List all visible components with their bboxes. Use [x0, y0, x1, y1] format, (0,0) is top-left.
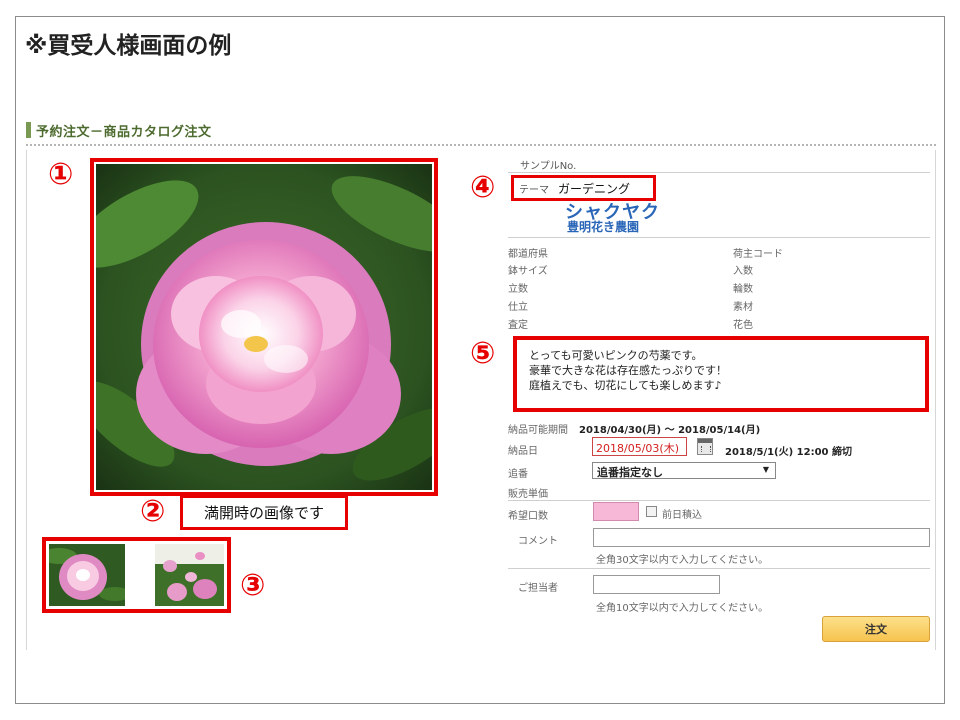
- delivery-date-label: 納品日: [508, 446, 538, 457]
- divider-top: [508, 172, 930, 173]
- order-button[interactable]: 注文: [822, 616, 930, 642]
- delivery-date-input[interactable]: 2018/05/03(木): [592, 437, 687, 456]
- extra-number-label: 追番: [508, 469, 528, 480]
- delivery-period-value: 2018/04/30(月) ～ 2018/05/14(月): [579, 425, 761, 436]
- contact-person-hint: 全角10文字以内で入力してください。: [596, 603, 769, 614]
- image-caption: 満開時の画像です: [203, 504, 324, 522]
- divider-contact: [508, 568, 930, 569]
- spec-label-stems: 立数: [508, 284, 528, 295]
- description-line: 庭植えでも、切花にしても楽しめます♪: [529, 379, 722, 392]
- thumbnail-2-photo: [155, 544, 224, 606]
- chevron-down-icon: ▼: [762, 465, 769, 474]
- section-header: 予約注文－商品カタログ注文: [26, 121, 212, 140]
- divider-qty: [508, 500, 930, 501]
- content-border-left: [26, 150, 27, 650]
- divider-specs: [508, 237, 930, 238]
- spec-label-training: 仕立: [508, 302, 528, 313]
- theme-label: テーマ: [519, 184, 549, 196]
- delivery-period-label: 納品可能期間: [508, 425, 568, 436]
- prev-day-loading-checkbox[interactable]: [646, 506, 657, 517]
- spec-label-flower-count: 輪数: [733, 284, 753, 295]
- spec-label-prefecture: 都道府県: [508, 249, 548, 260]
- quantity-input[interactable]: [593, 502, 639, 521]
- spec-label-flower-color: 花色: [733, 320, 753, 331]
- section-divider: [26, 144, 936, 146]
- thumbnail-gap: [125, 544, 155, 606]
- sample-no-label: サンプルNo.: [520, 161, 577, 172]
- spec-label-pot-size: 鉢サイズ: [508, 266, 548, 277]
- section-title: 予約注文－商品カタログ注文: [36, 124, 212, 140]
- farm-name: 豊明花き農園: [567, 220, 640, 234]
- theme-value: ガーデニング: [558, 181, 631, 196]
- comment-label: コメント: [518, 536, 558, 547]
- product-description-box: とっても可愛いピンクの芍薬です。 豪華で大きな花は存在感たっぷりです！ 庭植えで…: [513, 336, 929, 412]
- contact-person-label: ご担当者: [518, 583, 558, 594]
- callout-number-1: ①: [48, 157, 74, 192]
- quantity-label: 希望口数: [508, 511, 548, 522]
- unit-price-label: 販売単価: [508, 489, 548, 500]
- contact-person-input[interactable]: [593, 575, 720, 594]
- peony-photo: [96, 164, 432, 490]
- callout-number-5: ⑤: [470, 336, 496, 371]
- prev-day-loading-label: 前日積込: [662, 510, 702, 521]
- order-deadline: 2018/5/1(火) 12:00 締切: [725, 447, 852, 458]
- thumbnail-1-photo: [49, 544, 125, 606]
- thumbnail-2[interactable]: [155, 544, 224, 606]
- calendar-icon[interactable]: [697, 438, 713, 455]
- comment-input[interactable]: [593, 528, 930, 547]
- description-line: とっても可愛いピンクの芍薬です。: [529, 349, 703, 362]
- spec-label-pack-count: 入数: [733, 266, 753, 277]
- description-line: 豪華で大きな花は存在感たっぷりです！: [529, 364, 727, 377]
- spec-label-grade: 査定: [508, 320, 528, 331]
- section-bar: [26, 122, 31, 138]
- callout-number-3: ③: [240, 568, 266, 603]
- spec-label-shipper-code: 荷主コード: [733, 249, 783, 260]
- slide-title: ※買受人様画面の例: [25, 33, 232, 59]
- callout-number-2: ②: [140, 494, 166, 529]
- extra-number-select[interactable]: 追番指定なし ▼: [592, 462, 776, 479]
- callout-number-4: ④: [470, 170, 496, 205]
- product-main-image[interactable]: [96, 164, 432, 490]
- thumbnail-1[interactable]: [49, 544, 125, 606]
- comment-hint: 全角30文字以内で入力してください。: [596, 555, 769, 566]
- content-border-right: [935, 150, 936, 650]
- image-caption-box: 満開時の画像です: [180, 495, 348, 530]
- extra-number-selected: 追番指定なし: [597, 466, 663, 479]
- spec-label-material: 素材: [733, 302, 753, 313]
